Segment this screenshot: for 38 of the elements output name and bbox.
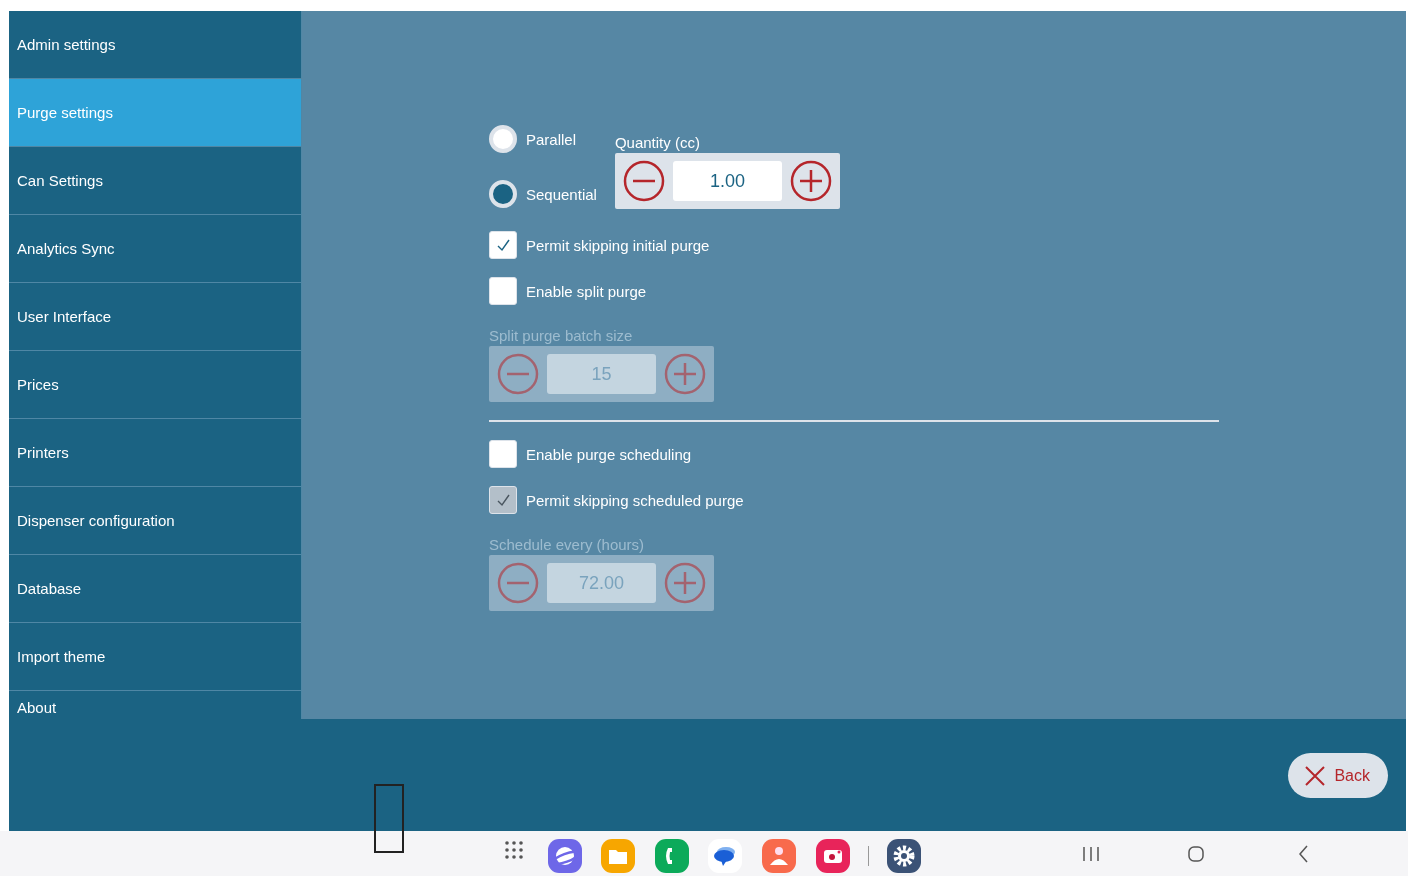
radio-button[interactable]: [489, 125, 517, 153]
outline-rectangle: [374, 784, 404, 853]
checkbox-label: Enable split purge: [526, 282, 647, 300]
checkbox[interactable]: [489, 440, 517, 468]
radio-label: Sequential: [526, 185, 597, 203]
sidebar-item[interactable]: Prices: [9, 351, 301, 419]
check-icon: [496, 493, 510, 507]
sidebar-item[interactable]: Import theme: [9, 623, 301, 691]
settings-icon[interactable]: [887, 839, 921, 873]
checkbox[interactable]: [489, 231, 517, 259]
field-label: Quantity (cc): [614, 134, 701, 151]
close-icon: [1304, 764, 1327, 787]
checkbox-label: Permit skipping scheduled purge: [526, 491, 744, 509]
sidebar-item[interactable]: Can Settings: [9, 147, 301, 215]
phone-app-icon[interactable]: [655, 839, 689, 873]
sidebar-item[interactable]: Dispenser configuration: [9, 487, 301, 555]
field-label: Schedule every (hours): [489, 536, 646, 553]
checkbox-label: Permit skipping initial purge: [526, 236, 710, 254]
sidebar-item[interactable]: About: [9, 691, 301, 718]
camera-app-icon[interactable]: [816, 839, 850, 873]
chat-bubble-app-icon[interactable]: [708, 839, 742, 873]
field-label: Split purge batch size: [489, 327, 634, 344]
checkbox[interactable]: [489, 277, 517, 305]
radio-button[interactable]: [489, 180, 517, 208]
sidebar-item[interactable]: Analytics Sync: [9, 215, 301, 283]
sidebar-item[interactable]: Database: [9, 555, 301, 623]
home-icon[interactable]: [1187, 843, 1205, 865]
radio-label: Parallel: [526, 130, 577, 148]
checkbox-label: Enable purge scheduling: [526, 445, 692, 463]
sidebar-item[interactable]: Printers: [9, 419, 301, 487]
check-icon: [496, 238, 510, 252]
person-app-icon[interactable]: [762, 839, 796, 873]
planet-app-icon[interactable]: [548, 839, 582, 873]
plus-icon[interactable]: [789, 160, 832, 202]
value-field[interactable]: 1.00: [672, 161, 782, 201]
minus-icon[interactable]: [622, 160, 665, 202]
back-button[interactable]: Back: [1288, 753, 1388, 798]
sidebar-item[interactable]: User Interface: [9, 283, 301, 351]
